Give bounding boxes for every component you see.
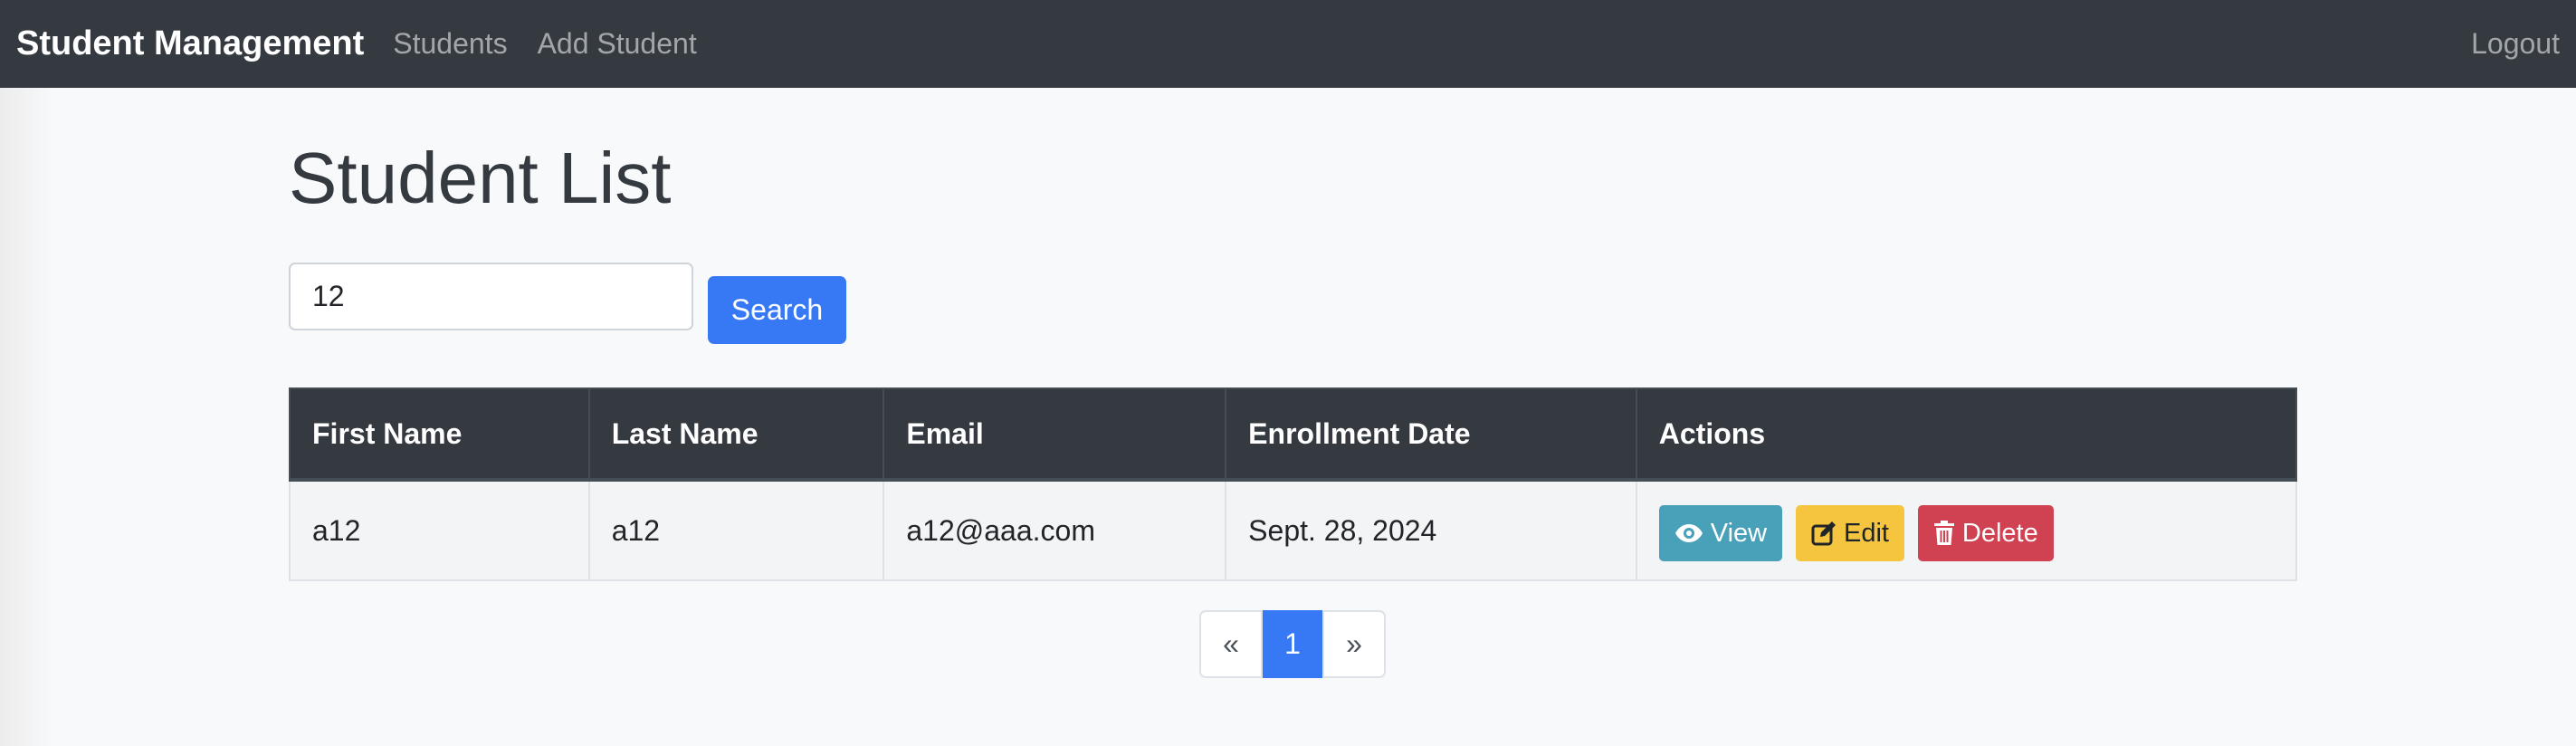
navbar: Student Management Students Add Student …: [0, 0, 2576, 88]
header-last-name: Last Name: [587, 387, 885, 482]
view-button-label: View: [1710, 518, 1768, 548]
search-button[interactable]: Search: [708, 276, 846, 344]
eye-icon: [1674, 524, 1703, 542]
pagination-page-1[interactable]: 1: [1263, 610, 1322, 678]
edit-icon: [1811, 521, 1837, 546]
header-enrollment-date: Enrollment Date: [1225, 387, 1637, 482]
edit-button[interactable]: Edit: [1796, 505, 1904, 561]
nav-link-add-student[interactable]: Add Student: [538, 27, 697, 61]
pagination-prev[interactable]: «: [1199, 610, 1263, 678]
search-input[interactable]: [289, 263, 693, 330]
header-actions: Actions: [1635, 387, 2298, 482]
page-title: Student List: [289, 138, 672, 218]
students-table: First Name Last Name Email Enrollment Da…: [289, 387, 2298, 581]
left-edge-shadow: [0, 88, 54, 746]
trash-icon: [1933, 521, 1954, 545]
edit-button-label: Edit: [1844, 518, 1889, 548]
navbar-brand[interactable]: Student Management: [16, 24, 364, 63]
cell-enrollment-date: Sept. 28, 2024: [1225, 479, 1637, 581]
table-header-row: First Name Last Name Email Enrollment Da…: [289, 387, 2298, 482]
delete-button[interactable]: Delete: [1917, 505, 2054, 561]
pagination: « 1 »: [1199, 610, 1386, 678]
cell-actions: View Edit Delete: [1635, 479, 2298, 581]
cell-email: a12@aaa.com: [883, 479, 1227, 581]
cell-first-name: a12: [289, 479, 590, 581]
delete-button-label: Delete: [1961, 518, 2038, 548]
view-button[interactable]: View: [1658, 505, 1783, 561]
pagination-next[interactable]: »: [1322, 610, 1386, 678]
table-row: a12 a12 a12@aaa.com Sept. 28, 2024 View: [289, 479, 2298, 581]
logout-link[interactable]: Logout: [2471, 27, 2560, 61]
header-first-name: First Name: [289, 387, 590, 482]
header-email: Email: [883, 387, 1227, 482]
nav-link-students[interactable]: Students: [393, 27, 507, 61]
cell-last-name: a12: [587, 479, 885, 581]
